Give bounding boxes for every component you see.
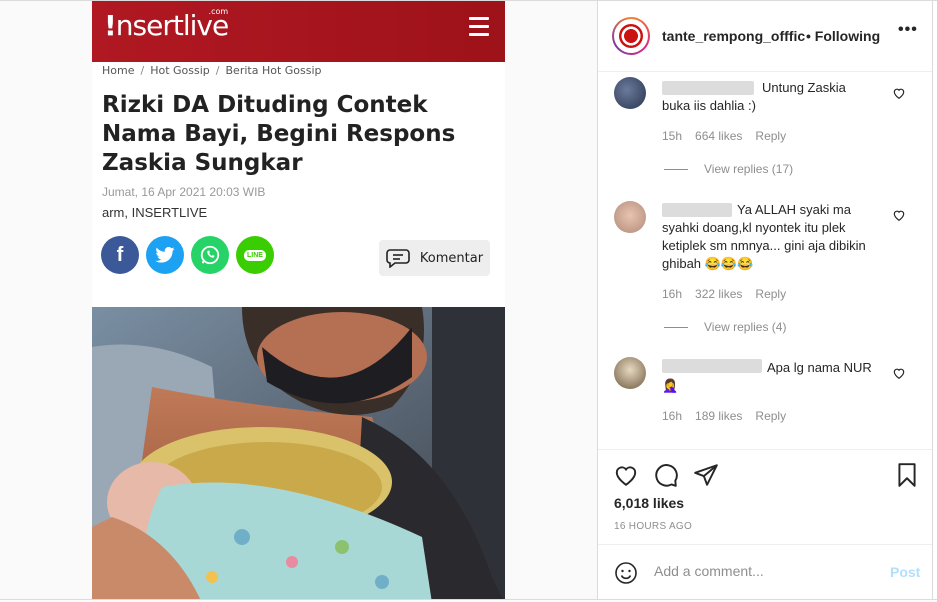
bookmark-icon[interactable]: [894, 462, 920, 488]
following-status[interactable]: • Following: [806, 28, 880, 44]
whatsapp-icon[interactable]: [191, 236, 229, 274]
likes-count[interactable]: 6,018 likes: [614, 495, 684, 511]
comments-list: Untung Zaskia buka iis dahlia :) 15h 664…: [598, 73, 932, 449]
following-label: Following: [814, 28, 881, 44]
post-header: tante_rempong_offficial • Following •••: [598, 1, 932, 72]
line-label: LINE: [244, 249, 266, 261]
comment-meta: 16h 189 likes Reply: [662, 409, 786, 423]
insertlive-logo: !nsertlive .com: [104, 7, 229, 42]
breadcrumb-berita[interactable]: Berita Hot Gossip: [226, 64, 322, 77]
comment-age: 16h: [662, 409, 683, 423]
comment-text: Untung Zaskia buka iis dahlia :): [662, 80, 846, 113]
comment-reply-button[interactable]: Reply: [755, 287, 786, 301]
like-icon[interactable]: [613, 462, 639, 488]
comment-button-label: Komentar: [419, 250, 484, 266]
commenter-avatar[interactable]: [614, 357, 646, 389]
post-comment-button[interactable]: Post: [890, 564, 920, 580]
line-icon[interactable]: LINE: [236, 236, 274, 274]
share-buttons: f LINE: [101, 236, 274, 274]
heart-icon[interactable]: [892, 86, 906, 100]
article-photo: [92, 307, 505, 602]
speech-bubble-icon: [386, 249, 410, 268]
heart-icon[interactable]: [892, 366, 906, 380]
post-timestamp: 16 HOURS AGO: [614, 521, 693, 532]
more-options-icon[interactable]: •••: [898, 21, 918, 39]
comment-meta: 15h 664 likes Reply: [662, 129, 786, 143]
comment-likes[interactable]: 322 likes: [695, 287, 742, 301]
comment-age: 15h: [662, 129, 683, 143]
view-replies-button[interactable]: View replies (4): [664, 320, 786, 334]
comment-age: 16h: [662, 287, 683, 301]
facebook-icon[interactable]: f: [101, 236, 139, 274]
twitter-icon[interactable]: [146, 236, 184, 274]
page: !nsertlive .com Home / Hot Gossip / Beri…: [0, 0, 937, 602]
logo-bang: !: [104, 9, 117, 42]
view-replies-button[interactable]: View replies (17): [664, 162, 793, 176]
article-screenshot: !nsertlive .com Home / Hot Gossip / Beri…: [92, 1, 505, 602]
share-icon[interactable]: [693, 462, 719, 488]
emoji-icon[interactable]: [614, 561, 638, 585]
comment-icon[interactable]: [653, 462, 679, 488]
comment-likes[interactable]: 189 likes: [695, 409, 742, 423]
breadcrumb-separator: /: [215, 64, 220, 77]
breadcrumb-home[interactable]: Home: [102, 64, 134, 77]
comment-reply-button[interactable]: Reply: [755, 409, 786, 423]
breadcrumb: Home / Hot Gossip / Berita Hot Gossip: [102, 64, 322, 77]
comment-reply-button[interactable]: Reply: [755, 129, 786, 143]
comment-button[interactable]: Komentar: [379, 240, 490, 276]
account-avatar[interactable]: [612, 17, 650, 55]
view-replies-label: View replies (17): [704, 162, 794, 176]
comment-likes[interactable]: 664 likes: [695, 129, 742, 143]
breadcrumb-separator: /: [140, 64, 145, 77]
post-panel: tante_rempong_offficial • Following ••• …: [597, 1, 933, 602]
article-author: arm, INSERTLIVE: [102, 205, 208, 220]
post-image-area: !nsertlive .com Home / Hot Gossip / Beri…: [0, 1, 597, 602]
article-date: Jumat, 16 Apr 2021 20:03 WIB: [102, 185, 266, 199]
logo-com: .com: [208, 7, 229, 16]
breadcrumb-hot-gossip[interactable]: Hot Gossip: [150, 64, 210, 77]
commenter-avatar[interactable]: [614, 201, 646, 233]
add-comment-bar: Post: [598, 544, 932, 600]
comment-text: Apa lg nama NUR 🤦‍♀️: [662, 360, 872, 393]
article-headline: Rizki DA Dituding Contek Nama Bayi, Begi…: [102, 92, 456, 176]
comment-meta: 16h 322 likes Reply: [662, 287, 786, 301]
comment-text: Ya ALLAH syaki ma syahki doang,kl nyonte…: [662, 202, 866, 271]
heart-icon[interactable]: [892, 208, 906, 222]
menu-icon[interactable]: [469, 17, 489, 41]
site-header: !nsertlive .com: [92, 1, 505, 62]
comment-input[interactable]: [654, 563, 874, 579]
header-separator: •: [806, 28, 811, 44]
post-actions: 6,018 likes 16 HOURS AGO: [598, 449, 932, 544]
view-replies-label: View replies (4): [704, 320, 787, 334]
account-username[interactable]: tante_rempong_offficial: [662, 28, 805, 44]
commenter-avatar[interactable]: [614, 77, 646, 109]
